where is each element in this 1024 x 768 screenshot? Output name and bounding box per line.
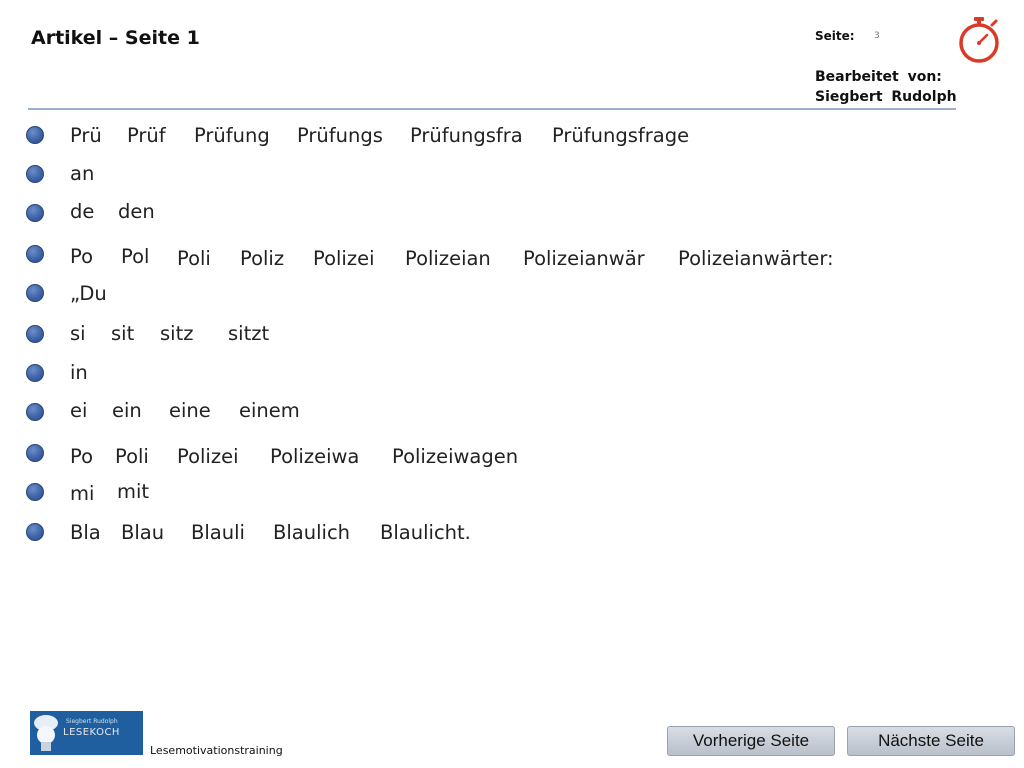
- word-fragment: de: [70, 200, 95, 223]
- word-fragment: in: [70, 361, 88, 384]
- word-fragment: Blauli: [191, 521, 245, 544]
- word-fragment: Polizeiwagen: [392, 445, 519, 468]
- author-name: Siegbert Rudolph: [815, 89, 957, 105]
- leserkoch-logo: Siegbert Rudolph LESEKOCH: [30, 711, 143, 755]
- word-fragment: Polizeianwär: [523, 247, 645, 270]
- logo-author: Siegbert Rudolph: [66, 718, 118, 725]
- page-label: Seite:: [815, 29, 855, 43]
- word-fragment: den: [118, 200, 155, 223]
- word-fragment: Poli: [177, 247, 211, 270]
- word-fragment: „Du: [70, 282, 107, 305]
- word-fragment: an: [70, 162, 95, 185]
- word-fragment: sitzt: [228, 322, 270, 345]
- word-fragment: sit: [111, 322, 135, 345]
- word-fragment: Polizeiwa: [270, 445, 360, 468]
- logo-brand: LESEKOCH: [63, 727, 120, 738]
- word-fragment: mi: [70, 482, 95, 505]
- row-play-button[interactable]: [26, 403, 44, 421]
- word-fragment: Blau: [121, 521, 165, 544]
- word-fragment: Prü: [70, 124, 102, 147]
- row-play-button[interactable]: [26, 245, 44, 263]
- word-fragment: Po: [70, 445, 93, 468]
- word-fragment: Blaulicht.: [380, 521, 471, 544]
- word-fragment: Prüfungs: [297, 124, 383, 147]
- word-fragment: einem: [239, 399, 300, 422]
- word-fragment: Polizei: [313, 247, 375, 270]
- row-play-button[interactable]: [26, 523, 44, 541]
- edited-by-label: Bearbeitet von:: [815, 69, 942, 85]
- next-page-button[interactable]: Nächste Seite: [847, 726, 1015, 756]
- row-play-button[interactable]: [26, 165, 44, 183]
- footer-label: Lesemotivationstraining: [150, 744, 283, 757]
- page-title: Artikel – Seite 1: [31, 27, 200, 49]
- stopwatch-icon[interactable]: [956, 16, 1002, 64]
- word-fragment: Prüf: [127, 124, 166, 147]
- header-divider: [28, 108, 956, 110]
- word-fragment: Prüfungsfra: [410, 124, 523, 147]
- word-fragment: si: [70, 322, 86, 345]
- word-fragment: eine: [169, 399, 211, 422]
- word-fragment: Bla: [70, 521, 101, 544]
- row-play-button[interactable]: [26, 126, 44, 144]
- word-fragment: mit: [117, 480, 150, 503]
- word-fragment: ei: [70, 399, 88, 422]
- word-fragment: ein: [112, 399, 142, 422]
- word-fragment: Polizeian: [405, 247, 491, 270]
- word-fragment: Blaulich: [273, 521, 351, 544]
- word-fragment: Prüfung: [194, 124, 270, 147]
- word-fragment: sitz: [160, 322, 194, 345]
- word-fragment: Po: [70, 245, 93, 268]
- row-play-button[interactable]: [26, 204, 44, 222]
- editor-info: Bearbeitet von: Siegbert Rudolph: [815, 67, 957, 107]
- row-play-button[interactable]: [26, 325, 44, 343]
- word-fragment: Polizeianwärter:: [678, 247, 834, 270]
- previous-page-button[interactable]: Vorherige Seite: [667, 726, 835, 756]
- row-play-button[interactable]: [26, 284, 44, 302]
- row-play-button[interactable]: [26, 444, 44, 462]
- word-fragment: Prüfungsfrage: [552, 124, 690, 147]
- row-play-button[interactable]: [26, 364, 44, 382]
- row-play-button[interactable]: [26, 483, 44, 501]
- word-fragment: Pol: [121, 245, 150, 268]
- lightbulb-icon: [34, 715, 58, 751]
- page-number: 3: [874, 31, 880, 41]
- word-fragment: Polizei: [177, 445, 239, 468]
- word-fragment: Poli: [115, 445, 149, 468]
- word-fragment: Poliz: [240, 247, 285, 270]
